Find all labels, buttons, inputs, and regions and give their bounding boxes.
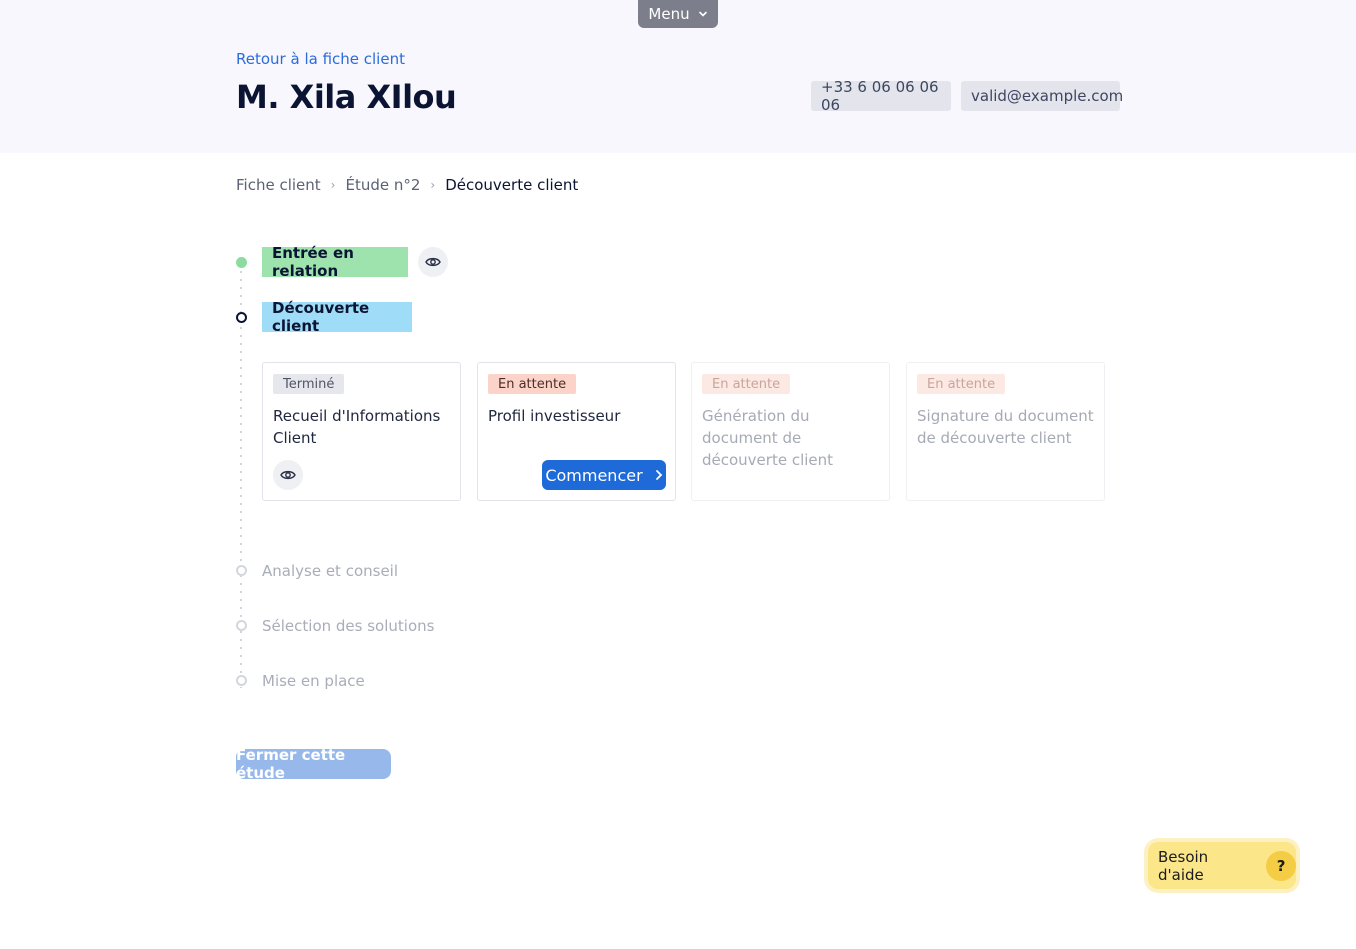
view-task-button[interactable] bbox=[273, 460, 303, 490]
start-button[interactable]: Commencer bbox=[542, 460, 666, 490]
card-title: Profil investisseur bbox=[488, 407, 621, 425]
help-button[interactable]: Besoin d'aide ? bbox=[1148, 842, 1296, 889]
help-label: Besoin d'aide bbox=[1158, 847, 1209, 884]
breadcrumb: Fiche client › Étude n°2 › Découverte cl… bbox=[236, 176, 578, 194]
back-to-client-link[interactable]: Retour à la fiche client bbox=[236, 50, 405, 68]
task-card-signature: En attente Signature du document de déco… bbox=[906, 362, 1105, 501]
eye-icon bbox=[425, 257, 441, 267]
card-title: Signature du document de découverte clie… bbox=[917, 407, 1094, 447]
view-step-button[interactable] bbox=[418, 247, 448, 277]
task-card-generation: En attente Génération du document de déc… bbox=[691, 362, 890, 501]
question-icon: ? bbox=[1266, 850, 1296, 881]
step-selection-des-solutions: Sélection des solutions bbox=[262, 617, 435, 635]
task-card-profil: En attente Profil investisseur Commencer bbox=[477, 362, 676, 501]
client-header: Menu Retour à la fiche client M. Xila XI… bbox=[0, 0, 1356, 153]
task-card-recueil: Terminé Recueil d'Informations Client bbox=[262, 362, 461, 501]
step-future-dot bbox=[236, 565, 247, 576]
step-decouverte-client: Découverte client bbox=[262, 299, 412, 335]
eye-icon bbox=[280, 470, 296, 480]
phone-chip: +33 6 06 06 06 06 bbox=[811, 78, 951, 114]
card-title: Recueil d'Informations Client bbox=[273, 407, 441, 447]
step-mise-en-place: Mise en place bbox=[262, 672, 365, 690]
step-entree-en-relation: Entrée en relation bbox=[262, 244, 408, 280]
status-badge: En attente bbox=[917, 374, 1006, 394]
step-current-dot bbox=[236, 312, 247, 323]
step-done-dot bbox=[236, 257, 247, 268]
status-badge: En attente bbox=[488, 374, 577, 394]
breadcrumb-item-client[interactable]: Fiche client bbox=[236, 176, 321, 194]
status-badge: Terminé bbox=[273, 374, 345, 394]
card-title: Génération du document de découverte cli… bbox=[702, 407, 834, 469]
chevron-down-icon bbox=[698, 11, 707, 17]
breadcrumb-item-current: Découverte client bbox=[445, 176, 579, 194]
chevron-right-icon: › bbox=[430, 178, 436, 192]
status-badge: En attente bbox=[702, 374, 791, 394]
chevron-right-icon bbox=[655, 470, 662, 480]
menu-label: Menu bbox=[648, 5, 690, 23]
close-study-button[interactable]: Fermer cette étude bbox=[236, 746, 391, 782]
email-chip: valid@example.com bbox=[961, 81, 1123, 111]
chevron-right-icon: › bbox=[330, 178, 336, 192]
start-button-label: Commencer bbox=[545, 465, 643, 485]
step-analyse-et-conseil: Analyse et conseil bbox=[262, 562, 399, 580]
menu-button[interactable]: Menu bbox=[638, 0, 718, 28]
breadcrumb-item-study[interactable]: Étude n°2 bbox=[345, 176, 420, 194]
step-future-dot bbox=[236, 620, 247, 631]
step-future-dot bbox=[236, 675, 247, 686]
page-title: M. Xila XIlou bbox=[236, 78, 457, 116]
